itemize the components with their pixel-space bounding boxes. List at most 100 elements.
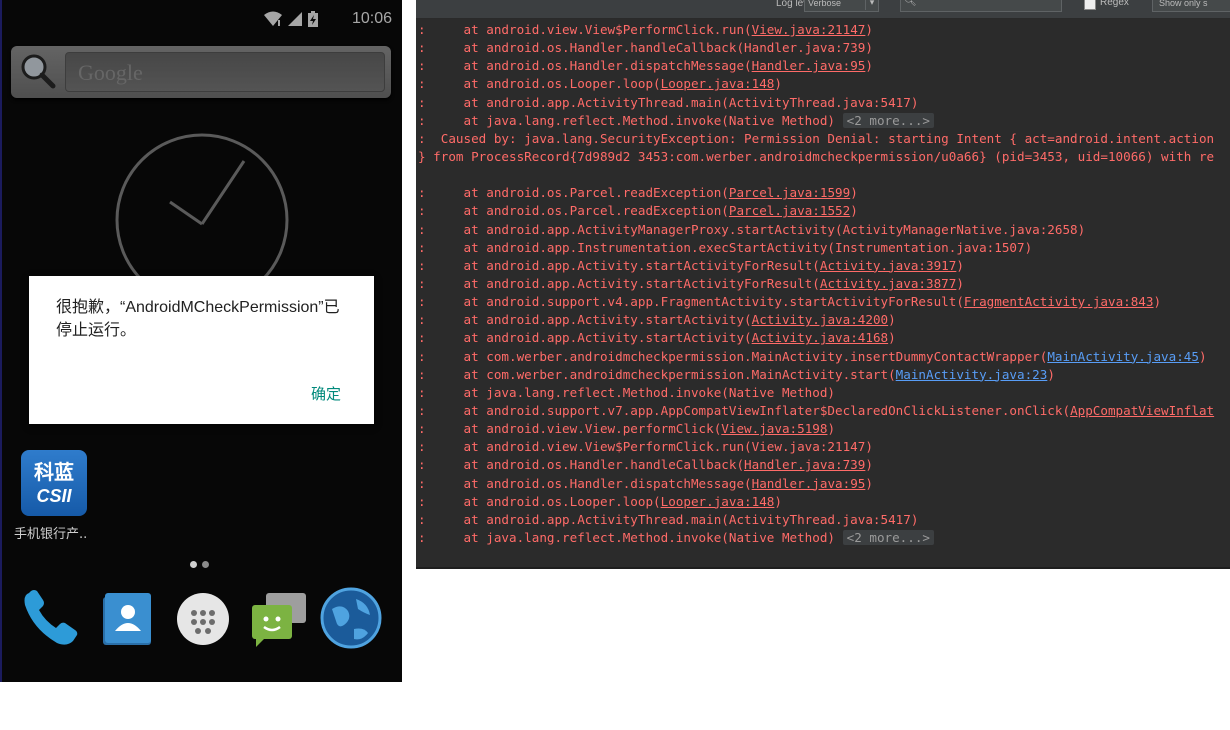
log-line: : at android.support.v4.app.FragmentActi… — [416, 293, 1230, 311]
log-line: : at android.app.ActivityThread.main(Act… — [416, 511, 1230, 529]
log-text-suffix: ) — [850, 185, 858, 201]
log-text-suffix: ) — [1198, 348, 1207, 364]
source-link[interactable]: AppCompatViewInflat — [1070, 403, 1214, 418]
log-text: : at android.os.Handler.dispatchMessage( — [418, 58, 752, 74]
log-line: : at android.os.Parcel.readException(Par… — [416, 202, 1230, 220]
regex-checkbox[interactable] — [1084, 0, 1096, 10]
csii-app-icon[interactable]: 科蓝 CSII — [21, 450, 87, 516]
log-line: : at android.support.v7.app.AppCompatVie… — [416, 402, 1230, 420]
source-link[interactable]: Handler.java:95 — [752, 476, 866, 491]
log-text-suffix: ) — [774, 76, 782, 92]
log-text: } from ProcessRecord{7d989d2 3453:com.we… — [418, 148, 1215, 164]
log-text: : at android.support.v4.app.FragmentActi… — [418, 294, 964, 310]
log-line: : at android.app.Activity.startActivity(… — [416, 311, 1230, 329]
log-text-suffix: ) — [888, 330, 896, 346]
app-icon-text-bottom: CSII — [36, 486, 72, 506]
log-text: : at android.os.Parcel.readException( — [418, 203, 729, 219]
android-emulator-screen: 10:06 Google 很抱歉，“AndroidMCheckPermissio… — [0, 0, 402, 682]
log-text: : Caused by: java.lang.SecurityException… — [418, 130, 1215, 146]
log-text: : at com.werber.androidmcheckpermission.… — [418, 366, 896, 382]
log-text: : at android.support.v7.app.AppCompatVie… — [418, 402, 1071, 418]
source-link[interactable]: Activity.java:4168 — [752, 330, 888, 345]
log-text: : at android.view.View$PerformClick.run( — [418, 22, 752, 37]
log-text: : at android.os.Handler.handleCallback( — [418, 457, 745, 473]
filter-select[interactable]: Show only s — [1152, 0, 1230, 12]
log-text: : at android.app.Instrumentation.execSta… — [418, 239, 1033, 255]
app-icon-text-top: 科蓝 — [34, 460, 74, 484]
log-text-suffix: ) — [850, 203, 858, 219]
log-text-suffix: ) — [956, 275, 964, 291]
source-link[interactable]: Activity.java:4200 — [752, 312, 888, 327]
source-link[interactable]: Parcel.java:1552 — [729, 203, 850, 218]
chevron-down-icon[interactable]: ▾ — [865, 0, 878, 10]
log-line: : at android.os.Parcel.readException(Par… — [416, 184, 1230, 202]
log-text: : at java.lang.reflect.Method.invoke(Nat… — [418, 384, 836, 400]
contacts-icon[interactable] — [95, 585, 161, 651]
log-text: : at android.app.ActivityThread.main(Act… — [418, 511, 919, 527]
log-text-suffix: ) — [1153, 294, 1162, 310]
source-link[interactable]: Handler.java:739 — [744, 457, 865, 472]
log-text-suffix: ) — [827, 421, 836, 437]
app-crash-dialog: 很抱歉，“AndroidMCheckPermission”已停止运行。 确定 — [29, 276, 374, 424]
log-text-suffix: ) — [774, 493, 782, 509]
page-indicator — [190, 561, 209, 568]
log-line: : at android.app.ActivityThread.main(Act… — [416, 94, 1230, 112]
log-line: : at android.app.Instrumentation.execSta… — [416, 239, 1230, 257]
source-link[interactable]: Activity.java:3877 — [820, 276, 956, 291]
log-text: : at android.os.Looper.loop( — [418, 76, 661, 92]
log-level-select[interactable]: Verbose ▾ — [804, 0, 879, 12]
log-text: : at android.app.ActivityManagerProxy.st… — [418, 221, 1086, 237]
filter-select-value: Show only s — [1159, 0, 1208, 8]
log-text: : at android.app.Activity.startActivity( — [418, 330, 752, 346]
dialog-message: 很抱歉，“AndroidMCheckPermission”已停止运行。 — [56, 299, 340, 339]
log-text: : at android.os.Parcel.readException( — [418, 185, 729, 201]
log-text: : at java.lang.reflect.Method.invoke(Nat… — [418, 529, 843, 545]
source-link[interactable]: Activity.java:3917 — [820, 258, 956, 273]
log-line: : at android.os.Handler.handleCallback(H… — [416, 456, 1230, 474]
log-line: : at android.os.Handler.handleCallback(H… — [416, 39, 1230, 57]
regex-label: Regex — [1100, 0, 1129, 8]
log-line: : at android.app.Activity.startActivityF… — [416, 257, 1230, 275]
log-text-suffix: ) — [865, 58, 873, 74]
expand-more-button[interactable]: <2 more...> — [842, 529, 935, 545]
source-link[interactable]: MainActivity.java:23 — [896, 367, 1048, 382]
source-link[interactable]: Handler.java:95 — [752, 58, 866, 73]
source-link[interactable]: View.java:21147 — [752, 22, 866, 37]
home-dock — [0, 585, 402, 655]
source-link[interactable]: MainActivity.java:45 — [1047, 349, 1199, 364]
log-line: : Caused by: java.lang.SecurityException… — [416, 130, 1230, 148]
browser-icon[interactable] — [318, 585, 384, 651]
log-text-suffix: ) — [888, 312, 896, 328]
log-line: : at android.view.View$PerformClick.run(… — [416, 21, 1230, 39]
log-text: : at com.werber.androidmcheckpermission.… — [418, 348, 1048, 364]
log-text-suffix: ) — [865, 457, 873, 473]
log-line: : at android.view.View$PerformClick.run(… — [416, 438, 1230, 456]
log-line: : at java.lang.reflect.Method.invoke(Nat… — [416, 529, 1230, 547]
log-line: : at android.os.Handler.dispatchMessage(… — [416, 475, 1230, 493]
source-link[interactable]: FragmentActivity.java:843 — [964, 294, 1154, 309]
log-text: : at android.view.View$PerformClick.run(… — [418, 439, 873, 455]
expand-more-button[interactable]: <2 more...> — [842, 112, 935, 128]
source-link[interactable]: Looper.java:148 — [661, 76, 775, 91]
log-output[interactable]: : at android.view.View$PerformClick.run(… — [416, 21, 1230, 547]
logcat-search-input[interactable]: 🔍︎ — [900, 0, 1062, 12]
phone-icon[interactable] — [17, 585, 83, 651]
log-level-value: Verbose — [808, 0, 842, 8]
source-link[interactable]: Parcel.java:1599 — [729, 185, 850, 200]
log-line: : at android.app.ActivityManagerProxy.st… — [416, 221, 1230, 239]
messaging-icon[interactable] — [244, 585, 310, 651]
source-link[interactable]: Looper.java:148 — [661, 494, 775, 509]
log-text: : at android.os.Handler.dispatchMessage( — [418, 475, 752, 491]
source-link[interactable]: View.java:5198 — [721, 421, 827, 436]
log-text-suffix: ) — [956, 257, 964, 273]
search-icon: 🔍︎ — [904, 0, 917, 7]
app-drawer-icon[interactable] — [170, 585, 236, 651]
log-text: : at android.os.Looper.loop( — [418, 493, 661, 509]
log-line: : at android.app.Activity.startActivity(… — [416, 329, 1230, 347]
logcat-toolbar: Log level: Verbose ▾ 🔍︎ Regex Show only … — [416, 0, 1230, 19]
app-label: 手机银行产.. — [14, 527, 88, 542]
log-line: : at com.werber.androidmcheckpermission.… — [416, 348, 1230, 366]
log-line: : at android.os.Looper.loop(Looper.java:… — [416, 493, 1230, 511]
ok-button[interactable]: 确定 — [311, 383, 341, 404]
